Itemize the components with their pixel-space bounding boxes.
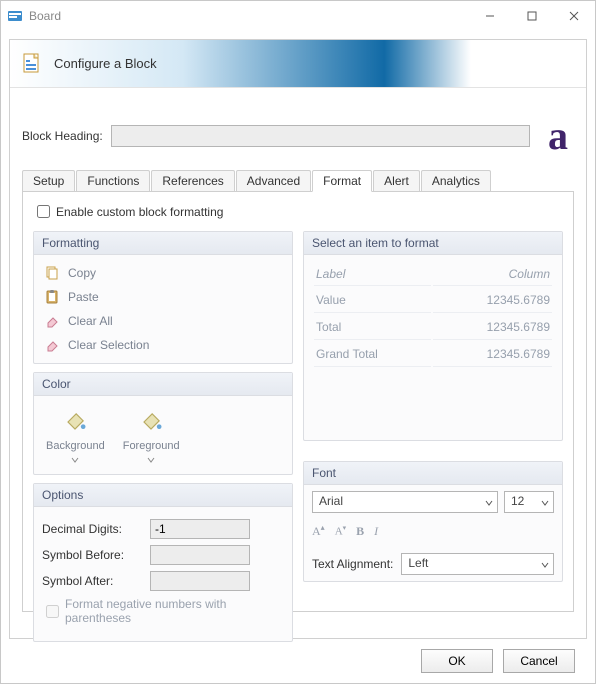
symbol-before-input[interactable] (150, 545, 250, 565)
bucket-icon (61, 408, 89, 436)
neg-parentheses-label: Format negative numbers with parentheses (65, 597, 284, 625)
tab-analytics[interactable]: Analytics (421, 170, 491, 191)
clear-selection-button[interactable]: Clear Selection (42, 333, 284, 357)
banner: Configure a Block (10, 40, 586, 88)
font-family-select[interactable]: Arial (312, 491, 498, 513)
table-row[interactable]: Value12345.6789 (314, 288, 552, 313)
group-font-title: Font (304, 462, 562, 485)
tab-format[interactable]: Format (312, 170, 372, 192)
tab-advanced[interactable]: Advanced (236, 170, 311, 191)
ok-button[interactable]: OK (421, 649, 493, 673)
group-font: Font Arial 12 (303, 461, 563, 582)
paste-button[interactable]: Paste (42, 285, 284, 309)
copy-button[interactable]: Copy (42, 261, 284, 285)
chevron-down-icon (485, 499, 493, 507)
tab-body-format: Enable custom block formatting Formattin… (22, 192, 574, 612)
dialog-footer: OK Cancel (9, 639, 587, 683)
foreground-color-button[interactable]: Foreground (123, 408, 180, 464)
background-color-button[interactable]: Background (46, 408, 105, 464)
increase-font-button[interactable]: A▴ (312, 523, 325, 539)
chevron-down-icon (541, 499, 549, 507)
tab-functions[interactable]: Functions (76, 170, 150, 191)
decimal-digits-input[interactable] (150, 519, 250, 539)
table-header: Label Column (314, 263, 552, 286)
symbol-before-label: Symbol Before: (42, 548, 142, 562)
eraser-icon (44, 337, 60, 353)
tab-setup[interactable]: Setup (22, 170, 75, 191)
enable-custom-formatting-checkbox[interactable] (37, 205, 50, 218)
bucket-icon (137, 408, 165, 436)
table-row[interactable]: Total12345.6789 (314, 315, 552, 340)
format-items-table: Label Column Value12345.6789Total12345.6… (312, 261, 554, 369)
minimize-button[interactable] (469, 2, 511, 30)
close-button[interactable] (553, 2, 595, 30)
chevron-down-icon (147, 456, 155, 464)
cancel-button[interactable]: Cancel (503, 649, 575, 673)
titlebar: Board (1, 1, 595, 31)
tab-alert[interactable]: Alert (373, 170, 420, 191)
text-alignment-select[interactable]: Left (401, 553, 554, 575)
group-select-item-title: Select an item to format (304, 232, 562, 255)
paste-icon (44, 289, 60, 305)
symbol-after-label: Symbol After: (42, 574, 142, 588)
group-options-title: Options (34, 484, 292, 507)
symbol-after-input[interactable] (150, 571, 250, 591)
clear-all-button[interactable]: Clear All (42, 309, 284, 333)
group-formatting-title: Formatting (34, 232, 292, 255)
block-heading-input[interactable] (111, 125, 530, 147)
table-row[interactable]: Grand Total12345.6789 (314, 342, 552, 367)
brand-logo: a (548, 120, 568, 152)
eraser-icon (44, 313, 60, 329)
font-size-select[interactable]: 12 (504, 491, 554, 513)
window: Board Configure a Block Block Heading: a… (0, 0, 596, 684)
app-icon (7, 8, 23, 24)
maximize-button[interactable] (511, 2, 553, 30)
copy-icon (44, 265, 60, 281)
tab-references[interactable]: References (151, 170, 234, 191)
banner-title: Configure a Block (54, 56, 157, 71)
bold-button[interactable]: B (356, 524, 364, 539)
italic-button[interactable]: I (374, 524, 378, 539)
group-select-item: Select an item to format Label Column Va… (303, 231, 563, 441)
chevron-down-icon (541, 561, 549, 569)
decrease-font-button[interactable]: A▾ (335, 524, 346, 538)
group-options: Options Decimal Digits: Symbol Before: (33, 483, 293, 642)
tab-strip: SetupFunctionsReferencesAdvancedFormatAl… (22, 170, 574, 192)
decimal-digits-label: Decimal Digits: (42, 522, 142, 536)
neg-parentheses-checkbox[interactable] (46, 605, 59, 618)
block-heading-label: Block Heading: (22, 129, 103, 143)
chevron-down-icon (71, 456, 79, 464)
enable-custom-formatting-label: Enable custom block formatting (56, 205, 223, 219)
text-alignment-label: Text Alignment: (312, 557, 393, 571)
group-formatting: Formatting Copy Paste (33, 231, 293, 364)
block-icon (20, 52, 44, 76)
window-title: Board (29, 9, 469, 23)
group-color-title: Color (34, 373, 292, 396)
group-color: Color Background (33, 372, 293, 475)
